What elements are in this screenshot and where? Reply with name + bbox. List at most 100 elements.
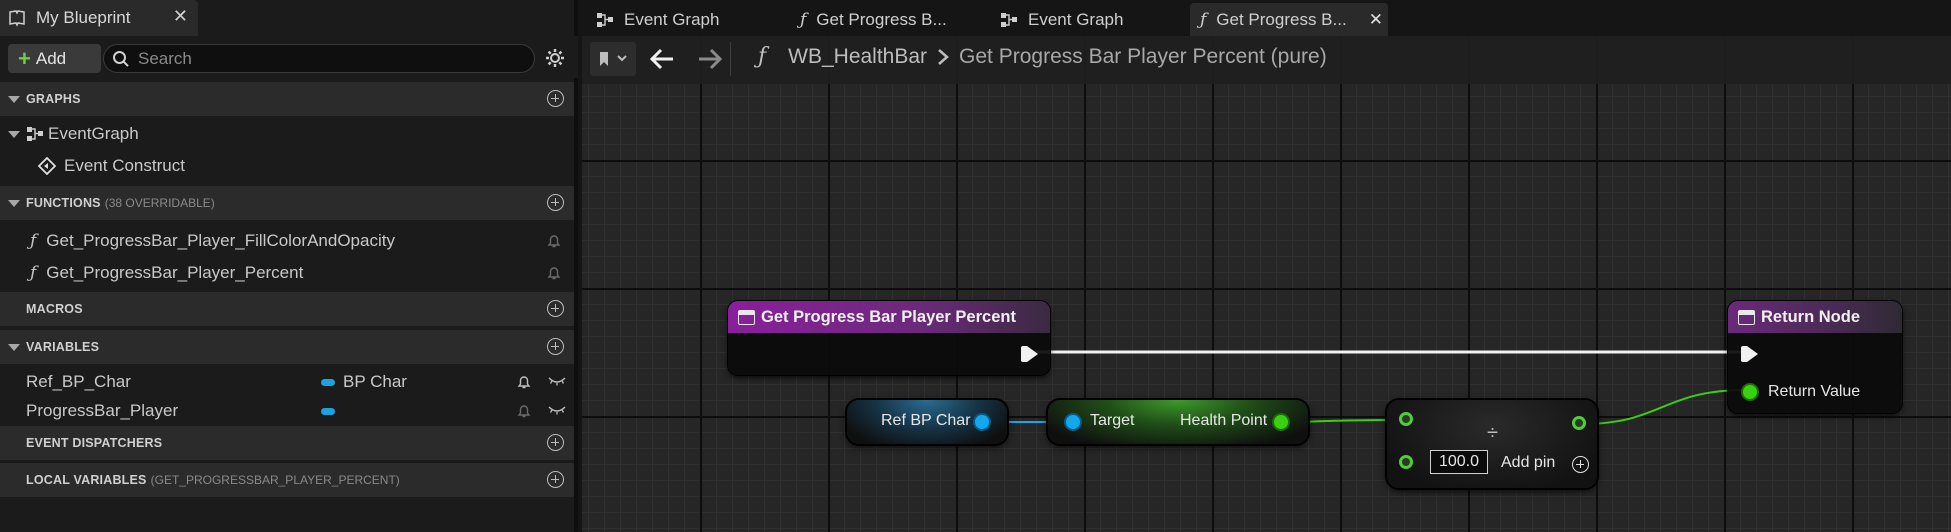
event-graph-item[interactable]: EventGraph — [0, 118, 574, 150]
close-icon[interactable]: ✕ — [173, 6, 188, 27]
collapse-arrow-icon[interactable] — [8, 95, 20, 103]
event-graph-icon — [597, 12, 613, 27]
exec-arrow-icon — [1747, 346, 1758, 362]
function-icon: ƒ — [758, 44, 767, 69]
result-out-pin[interactable] — [1572, 416, 1586, 430]
object-out-pin[interactable] — [975, 415, 989, 429]
variables-category-label: VARIABLES — [26, 340, 100, 354]
float-out-pin[interactable] — [1274, 415, 1288, 429]
event-construct-item[interactable]: Event Construct — [0, 150, 574, 182]
target-in-pin[interactable] — [1066, 415, 1080, 429]
event-graph-label: EventGraph — [48, 124, 139, 143]
event-graph-icon — [1001, 12, 1017, 27]
chevron-right-icon — [938, 48, 949, 65]
health-point-label: Health Point — [1180, 412, 1268, 429]
function-item[interactable]: ƒ Get_ProgressBar_Player_Percent — [0, 257, 574, 289]
tab-label: Event Graph — [624, 9, 720, 29]
return-value-pin[interactable] — [1743, 385, 1757, 399]
graphs-category[interactable]: GRAPHS — [0, 82, 574, 116]
function-entry-node[interactable]: Get Progress Bar Player Percent — [728, 301, 1050, 375]
tab-event-graph[interactable]: Event Graph — [990, 3, 1180, 36]
breadcrumb-root[interactable]: WB_HealthBar — [788, 45, 927, 69]
ref-bp-char-getter[interactable]: Ref BP Char — [847, 400, 1007, 444]
add-dispatcher-icon[interactable] — [547, 434, 564, 451]
variable-item[interactable]: ProgressBar_Player — [0, 395, 574, 427]
eye-closed-icon[interactable] — [548, 375, 566, 387]
add-function-icon[interactable] — [547, 194, 564, 211]
tab-get-progress[interactable]: ƒ Get Progress B... — [790, 3, 980, 36]
function-label: Get_ProgressBar_Player_FillColorAndOpaci… — [46, 231, 395, 250]
overridable-count: (38 OVERRIDABLE) — [104, 196, 215, 210]
function-node-icon — [738, 309, 755, 325]
divisor-in-pin[interactable] — [1399, 455, 1413, 469]
bell-icon[interactable] — [546, 233, 562, 249]
function-label: Get_ProgressBar_Player_Percent — [46, 263, 304, 282]
function-icon: ƒ — [800, 9, 807, 30]
bell-icon[interactable] — [516, 403, 532, 419]
function-node-icon — [1738, 309, 1755, 325]
node-body — [728, 333, 1050, 375]
local-variables-scope: (GET_PROGRESSBAR_PLAYER_PERCENT) — [150, 473, 400, 487]
add-pin-label[interactable]: Add pin — [1501, 454, 1555, 472]
divisor-value-field[interactable] — [1430, 450, 1488, 474]
bell-icon[interactable] — [546, 265, 562, 281]
function-item[interactable]: ƒ Get_ProgressBar_Player_FillColorAndOpa… — [0, 225, 574, 257]
local-variables-label: LOCAL VARIABLES — [26, 473, 147, 487]
bookmark-icon — [600, 52, 627, 66]
node-body: Return Value — [1728, 333, 1902, 413]
search-box[interactable] — [103, 44, 535, 73]
add-graph-icon[interactable] — [547, 90, 564, 107]
gear-icon[interactable] — [545, 48, 565, 68]
forward-arrow-icon[interactable] — [698, 48, 722, 70]
variable-name: Ref_BP_Char — [26, 372, 131, 391]
tab-get-progress-active[interactable]: ƒ Get Progress B... ✕ — [1190, 3, 1388, 36]
bookmark-dropdown[interactable] — [590, 42, 636, 76]
wires-layer — [982, 350, 1747, 425]
my-blueprint-panel: My Blueprint ✕ + Add GRAPHS EventGraph E… — [0, 0, 578, 532]
event-dispatchers-category[interactable]: EVENT DISPATCHERS — [0, 426, 574, 460]
functions-category[interactable]: FUNCTIONS (38 OVERRIDABLE) — [0, 186, 574, 220]
node-title: Get Progress Bar Player Percent — [761, 307, 1016, 326]
add-button[interactable]: + Add — [8, 44, 101, 73]
collapse-arrow-icon[interactable] — [8, 199, 20, 207]
event-diamond-icon — [38, 157, 56, 175]
left-toolbar: + Add — [0, 36, 578, 78]
node-header: Get Progress Bar Player Percent — [728, 301, 1050, 333]
object-type-icon — [321, 407, 335, 415]
collapse-arrow-icon[interactable] — [8, 130, 20, 138]
tab-event-graph[interactable]: Event Graph — [586, 3, 776, 36]
my-blueprint-tab[interactable]: My Blueprint ✕ — [0, 0, 198, 36]
event-construct-label: Event Construct — [64, 156, 185, 175]
macros-category[interactable]: MACROS — [0, 292, 574, 326]
divide-icon: ÷ — [1487, 422, 1498, 444]
variable-item[interactable]: Ref_BP_Char BP Char — [0, 366, 574, 398]
back-arrow-icon[interactable] — [650, 48, 674, 70]
breadcrumb-current: Get Progress Bar Player Percent (pure) — [959, 44, 1327, 68]
exec-arrow-icon — [1027, 346, 1038, 362]
functions-category-label: FUNCTIONS — [26, 196, 101, 210]
object-type-icon — [321, 378, 335, 386]
health-point-getter[interactable]: Target Health Point — [1048, 400, 1308, 444]
collapse-arrow-icon[interactable] — [8, 343, 20, 351]
add-variable-icon[interactable] — [547, 338, 564, 355]
dividend-in-pin[interactable] — [1399, 412, 1413, 426]
eye-closed-icon[interactable] — [548, 404, 566, 416]
return-node[interactable]: Return Node Return Value — [1728, 301, 1902, 413]
add-pin-icon[interactable] — [1572, 456, 1589, 473]
my-blueprint-title: My Blueprint — [36, 8, 131, 27]
search-input[interactable] — [138, 48, 518, 69]
document-tabs: Event Graph ƒ Get Progress B... Event Gr… — [582, 0, 1951, 36]
divide-node[interactable]: ÷ Add pin — [1387, 400, 1597, 488]
variables-category[interactable]: VARIABLES — [0, 330, 574, 364]
variable-type: BP Char — [343, 372, 407, 391]
blueprint-book-icon — [9, 10, 25, 27]
close-icon[interactable]: ✕ — [1369, 10, 1383, 30]
local-variables-category[interactable]: LOCAL VARIABLES (GET_PROGRESSBAR_PLAYER_… — [0, 463, 574, 497]
function-icon: ƒ — [30, 263, 37, 283]
return-value-label: Return Value — [1768, 383, 1861, 400]
add-macro-icon[interactable] — [547, 300, 564, 317]
bell-icon[interactable] — [516, 374, 532, 390]
function-icon: ƒ — [30, 231, 37, 251]
search-icon — [113, 50, 129, 67]
add-local-variable-icon[interactable] — [547, 471, 564, 488]
